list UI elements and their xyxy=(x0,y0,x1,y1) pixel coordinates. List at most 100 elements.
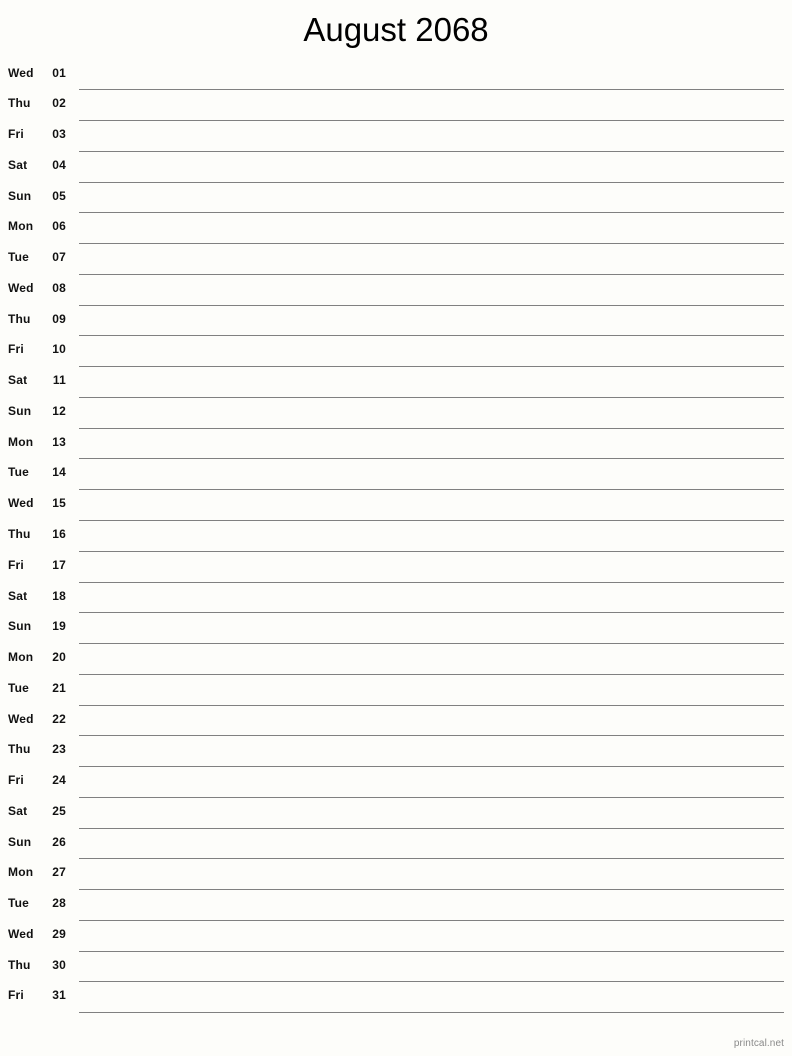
day-number-label: 10 xyxy=(52,342,66,357)
day-row: Wed 08 xyxy=(0,275,792,306)
day-notes-line[interactable] xyxy=(79,675,784,706)
day-number-label: 27 xyxy=(52,865,66,880)
day-row-list: Wed 01 Thu 02 Fri 03 Sat 04 Sun 05 Mon 06 Tue 07 Wed 08… xyxy=(0,60,792,1014)
day-row: Sun 26 xyxy=(0,829,792,860)
day-of-week-label: Wed xyxy=(8,711,34,726)
day-row: Fri 03 xyxy=(0,121,792,152)
day-of-week-label: Tue xyxy=(8,896,30,911)
day-number-label: 20 xyxy=(52,650,66,665)
day-number-label: 26 xyxy=(52,834,66,849)
day-of-week-label: Tue xyxy=(8,680,30,695)
day-of-week-label: Sun xyxy=(8,403,32,418)
day-of-week-label: Thu xyxy=(8,957,31,972)
day-number-label: 12 xyxy=(52,403,66,418)
day-number-label: 31 xyxy=(52,988,66,1003)
day-row: Fri 24 xyxy=(0,767,792,798)
day-of-week-label: Tue xyxy=(8,465,30,480)
day-notes-line[interactable] xyxy=(79,798,784,829)
day-notes-line[interactable] xyxy=(79,767,784,798)
day-notes-line[interactable] xyxy=(79,613,784,645)
day-notes-line[interactable] xyxy=(79,952,784,983)
day-of-week-label: Thu xyxy=(8,526,31,541)
day-row: Fri 31 xyxy=(0,982,792,1014)
day-row: Mon 06 xyxy=(0,213,792,245)
day-number-label: 29 xyxy=(52,926,66,941)
day-row: Sat 04 xyxy=(0,152,792,183)
day-notes-line[interactable] xyxy=(79,890,784,921)
day-of-week-label: Mon xyxy=(8,434,34,449)
day-notes-line[interactable] xyxy=(79,183,784,214)
day-number-label: 22 xyxy=(52,711,66,726)
day-of-week-label: Sun xyxy=(8,834,32,849)
day-number-label: 01 xyxy=(52,65,66,80)
footer-watermark: printcal.net xyxy=(733,1038,784,1049)
day-notes-line[interactable] xyxy=(79,60,784,91)
day-number-label: 11 xyxy=(52,373,66,388)
day-row: Mon 13 xyxy=(0,429,792,460)
day-of-week-label: Wed xyxy=(8,280,34,295)
day-number-label: 28 xyxy=(52,896,66,911)
day-row: Wed 29 xyxy=(0,921,792,952)
day-number-label: 02 xyxy=(52,96,66,111)
day-notes-line[interactable] xyxy=(79,336,784,368)
day-of-week-label: Sat xyxy=(8,157,28,172)
day-row: Mon 20 xyxy=(0,644,792,675)
day-notes-line[interactable] xyxy=(79,490,784,521)
day-of-week-label: Wed xyxy=(8,65,34,80)
day-of-week-label: Fri xyxy=(8,557,24,572)
day-of-week-label: Sat xyxy=(8,588,28,603)
day-of-week-label: Mon xyxy=(8,219,34,234)
day-notes-line[interactable] xyxy=(79,521,784,552)
day-row: Sun 19 xyxy=(0,613,792,645)
day-of-week-label: Fri xyxy=(8,127,24,142)
day-notes-line[interactable] xyxy=(79,706,784,737)
day-of-week-label: Fri xyxy=(8,342,24,357)
day-notes-line[interactable] xyxy=(79,429,784,460)
day-row: Thu 23 xyxy=(0,736,792,768)
day-notes-line[interactable] xyxy=(79,213,784,245)
day-row: Sun 05 xyxy=(0,183,792,214)
day-row: Sun 12 xyxy=(0,398,792,429)
day-notes-line[interactable] xyxy=(79,859,784,891)
day-notes-line[interactable] xyxy=(79,736,784,768)
day-of-week-label: Sun xyxy=(8,619,32,634)
day-number-label: 03 xyxy=(52,127,66,142)
day-row: Wed 01 xyxy=(0,60,792,91)
day-notes-line[interactable] xyxy=(79,921,784,952)
day-notes-line[interactable] xyxy=(79,367,784,398)
day-notes-line[interactable] xyxy=(79,982,784,1014)
day-number-label: 09 xyxy=(52,311,66,326)
day-number-label: 17 xyxy=(52,557,66,572)
day-row: Fri 17 xyxy=(0,552,792,583)
day-number-label: 30 xyxy=(52,957,66,972)
day-number-label: 23 xyxy=(52,742,66,757)
day-of-week-label: Sat xyxy=(8,803,28,818)
day-number-label: 13 xyxy=(52,434,66,449)
day-of-week-label: Sun xyxy=(8,188,32,203)
day-row: Mon 27 xyxy=(0,859,792,891)
day-notes-line[interactable] xyxy=(79,152,784,183)
day-notes-line[interactable] xyxy=(79,829,784,860)
day-row: Wed 15 xyxy=(0,490,792,521)
day-notes-line[interactable] xyxy=(79,275,784,306)
day-notes-line[interactable] xyxy=(79,398,784,429)
day-number-label: 15 xyxy=(52,496,66,511)
page-title: August 2068 xyxy=(303,11,489,48)
day-of-week-label: Thu xyxy=(8,742,31,757)
day-notes-line[interactable] xyxy=(79,90,784,122)
day-notes-line[interactable] xyxy=(79,583,784,614)
day-of-week-label: Sat xyxy=(8,373,28,388)
day-row: Thu 09 xyxy=(0,306,792,337)
day-notes-line[interactable] xyxy=(79,459,784,491)
day-notes-line[interactable] xyxy=(79,552,784,583)
day-notes-line[interactable] xyxy=(79,306,784,337)
day-row: Tue 14 xyxy=(0,459,792,491)
day-notes-line[interactable] xyxy=(79,644,784,675)
calendar-page: August 2068 Wed 01 Thu 02 Fri 03 Sat 04 Sun 05 Mon… xyxy=(0,0,792,1056)
day-number-label: 07 xyxy=(52,250,66,265)
day-of-week-label: Fri xyxy=(8,773,24,788)
day-notes-line[interactable] xyxy=(79,244,784,275)
day-of-week-label: Thu xyxy=(8,311,31,326)
day-number-label: 05 xyxy=(52,188,66,203)
day-notes-line[interactable] xyxy=(79,121,784,152)
